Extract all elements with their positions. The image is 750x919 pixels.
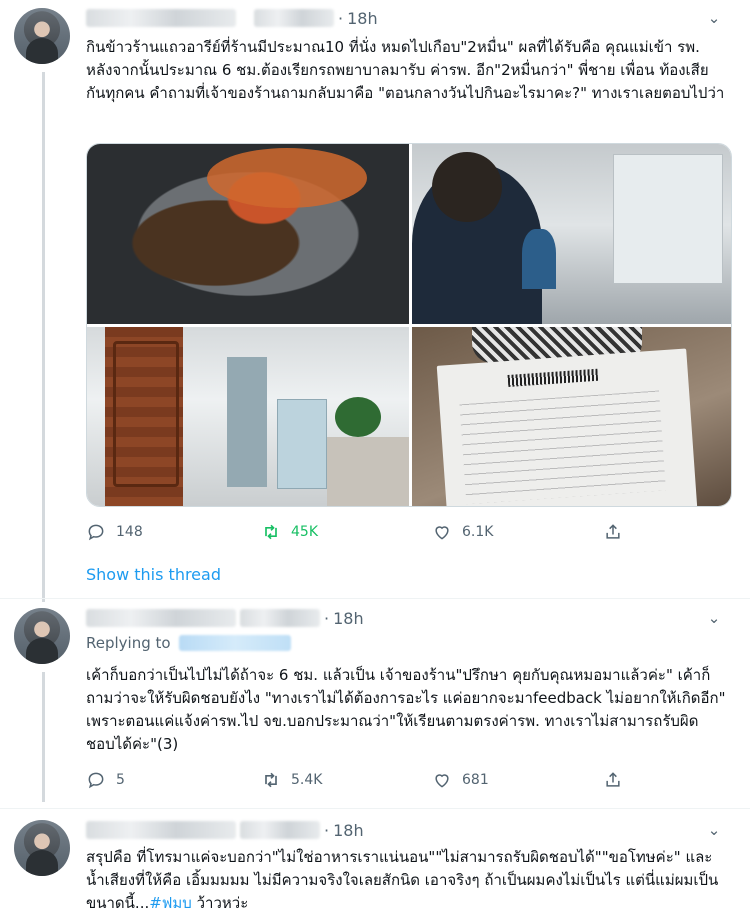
thread-connector xyxy=(42,672,45,802)
chevron-down-icon[interactable]: ⌄ xyxy=(704,820,724,840)
redacted-display-name[interactable] xyxy=(86,609,236,627)
reply-count: 5 xyxy=(116,772,125,788)
like-icon xyxy=(435,774,449,788)
reply-icon xyxy=(88,772,104,789)
redacted-display-name[interactable] xyxy=(86,9,236,27)
like-count: 681 xyxy=(462,772,489,788)
tweet-text-tail: ว้าวหว่ะ xyxy=(191,894,249,912)
redacted-display-name[interactable] xyxy=(86,821,236,839)
reply-icon xyxy=(88,524,104,541)
like-count: 6.1K xyxy=(462,524,494,540)
redacted-handle[interactable] xyxy=(240,609,320,627)
tweet-actions: 5 5.4K 681 xyxy=(86,768,646,792)
show-thread-link[interactable]: Show this thread xyxy=(86,565,221,584)
redacted-handle[interactable] xyxy=(240,821,320,839)
photo-ambulance[interactable] xyxy=(412,144,731,324)
tweet-header: · 18h xyxy=(86,818,364,842)
tweet-timestamp[interactable]: 18h xyxy=(333,821,364,840)
chevron-down-icon[interactable]: ⌄ xyxy=(704,8,724,28)
like-icon xyxy=(435,526,449,540)
tweet-timestamp[interactable]: 18h xyxy=(347,9,378,28)
replying-to: Replying to xyxy=(86,634,291,652)
tweet-text: กินข้าวร้านแถวอารีย์ที่ร้านมีประมาณ10 ที… xyxy=(86,38,725,102)
retweet-count: 5.4K xyxy=(291,772,323,788)
share-button[interactable] xyxy=(603,770,623,790)
like-button[interactable]: 6.1K xyxy=(432,522,493,542)
avatar[interactable] xyxy=(14,8,70,64)
photo-hospital-corridor[interactable] xyxy=(87,327,409,506)
reply-button[interactable]: 148 xyxy=(86,522,143,542)
share-button[interactable] xyxy=(603,522,623,542)
tweet-header: · 18h xyxy=(86,6,378,30)
redacted-handle[interactable] xyxy=(254,9,334,27)
retweet-button[interactable]: 5.4K xyxy=(261,770,322,790)
redacted-reply-handle[interactable] xyxy=(178,635,291,651)
tweet-actions: 148 45K 6.1K xyxy=(86,520,646,544)
like-button[interactable]: 681 xyxy=(432,770,489,790)
retweet-icon xyxy=(265,772,277,788)
avatar[interactable] xyxy=(14,608,70,664)
chevron-down-icon[interactable]: ⌄ xyxy=(704,608,724,628)
hashtag-link[interactable]: #ฟมบ xyxy=(149,894,192,912)
tweet-text: เค้าก็บอกว่าเป็นไปไม่ได้ถ้าจะ 6 ชม. แล้ว… xyxy=(86,666,726,753)
photo-hospital-receipt[interactable] xyxy=(412,327,731,506)
retweet-button[interactable]: 45K xyxy=(261,522,318,542)
reply-button[interactable]: 5 xyxy=(86,770,125,790)
divider xyxy=(0,598,750,599)
replying-to-label: Replying to xyxy=(86,634,171,652)
divider xyxy=(0,808,750,809)
tweet-timestamp[interactable]: 18h xyxy=(333,609,364,628)
tweet-media-grid[interactable] xyxy=(86,143,732,507)
tweet-header: · 18h xyxy=(86,606,364,630)
reply-count: 148 xyxy=(116,524,143,540)
photo-food[interactable] xyxy=(87,144,409,324)
retweet-icon xyxy=(265,524,277,540)
share-icon xyxy=(606,772,620,787)
tweet-text: สรุปคือ ที่โทรมาแค่จะบอกว่า"ไม่ใช่อาหารเ… xyxy=(86,846,726,915)
avatar[interactable] xyxy=(14,820,70,876)
share-icon xyxy=(606,524,620,539)
retweet-count: 45K xyxy=(291,524,318,540)
thread-connector xyxy=(42,72,45,602)
